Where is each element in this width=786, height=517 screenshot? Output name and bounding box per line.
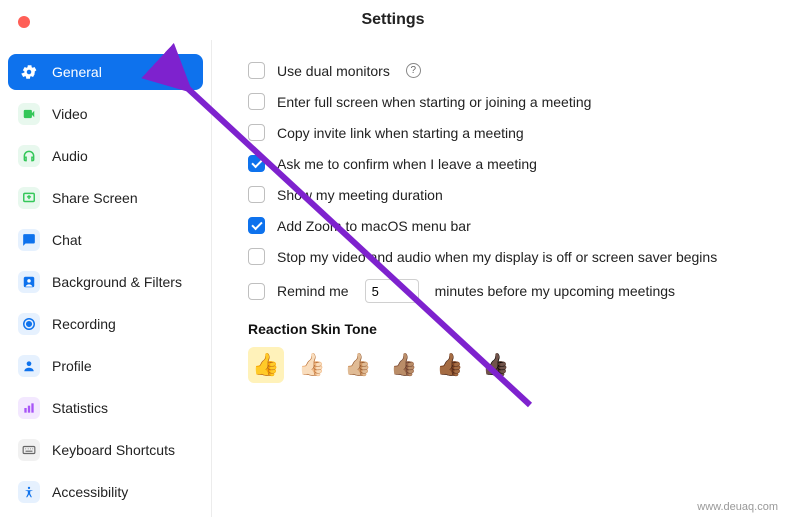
option-label: Add Zoom to macOS menu bar <box>277 218 471 234</box>
accessibility-icon <box>18 481 40 503</box>
skin-tone-option[interactable]: 👍🏼 <box>340 347 376 383</box>
skin-tone-option[interactable]: 👍🏽 <box>386 347 422 383</box>
watermark: www.deuaq.com <box>697 501 778 513</box>
chat-icon <box>18 229 40 251</box>
headphones-icon <box>18 145 40 167</box>
sidebar-item-general[interactable]: General <box>8 54 203 90</box>
option-label: Show my meeting duration <box>277 187 443 203</box>
sidebar-item-share-screen[interactable]: Share Screen <box>8 180 203 216</box>
sidebar-item-label: Accessibility <box>52 484 128 500</box>
help-icon[interactable]: ? <box>406 63 421 78</box>
sidebar-item-profile[interactable]: Profile <box>8 348 203 384</box>
option-label: Enter full screen when starting or joini… <box>277 94 591 110</box>
option-show-duration[interactable]: Show my meeting duration <box>248 186 756 203</box>
sidebar-item-label: Keyboard Shortcuts <box>52 442 175 458</box>
reaction-skin-tone-title: Reaction Skin Tone <box>248 321 756 337</box>
option-remind[interactable]: Remind me minutes before my upcoming mee… <box>248 279 756 303</box>
checkbox[interactable] <box>248 283 265 300</box>
option-copy-invite[interactable]: Copy invite link when starting a meeting <box>248 124 756 141</box>
sidebar-item-label: Profile <box>52 358 92 374</box>
video-icon <box>18 103 40 125</box>
checkbox[interactable] <box>248 217 265 234</box>
option-label: Use dual monitors <box>277 63 390 79</box>
checkbox[interactable] <box>248 62 265 79</box>
option-label: Copy invite link when starting a meeting <box>277 125 524 141</box>
sidebar-item-keyboard-shortcuts[interactable]: Keyboard Shortcuts <box>8 432 203 468</box>
checkbox[interactable] <box>248 186 265 203</box>
statistics-icon <box>18 397 40 419</box>
background-filters-icon <box>18 271 40 293</box>
sidebar-item-accessibility[interactable]: Accessibility <box>8 474 203 510</box>
option-label: Stop my video and audio when my display … <box>277 249 717 265</box>
option-fullscreen[interactable]: Enter full screen when starting or joini… <box>248 93 756 110</box>
sidebar-item-label: Audio <box>52 148 88 164</box>
option-dual-monitors[interactable]: Use dual monitors ? <box>248 62 756 79</box>
option-label: Ask me to confirm when I leave a meeting <box>277 156 537 172</box>
skin-tone-option[interactable]: 👍 <box>248 347 284 383</box>
skin-tone-option[interactable]: 👍🏾 <box>432 347 468 383</box>
sidebar-item-statistics[interactable]: Statistics <box>8 390 203 426</box>
skin-tone-option[interactable]: 👍🏿 <box>478 347 514 383</box>
sidebar-item-label: Statistics <box>52 400 108 416</box>
option-stop-av[interactable]: Stop my video and audio when my display … <box>248 248 756 265</box>
gear-icon <box>18 61 40 83</box>
checkbox[interactable] <box>248 248 265 265</box>
profile-icon <box>18 355 40 377</box>
titlebar: Settings <box>0 0 786 40</box>
sidebar-item-video[interactable]: Video <box>8 96 203 132</box>
sidebar-item-recording[interactable]: Recording <box>8 306 203 342</box>
sidebar: General Video Audio Share Screen Chat <box>0 40 212 517</box>
sidebar-item-chat[interactable]: Chat <box>8 222 203 258</box>
option-label-post: minutes before my upcoming meetings <box>435 283 675 299</box>
sidebar-item-label: Video <box>52 106 88 122</box>
window-title: Settings <box>0 11 786 29</box>
sidebar-item-label: General <box>52 64 102 80</box>
sidebar-item-label: Share Screen <box>52 190 138 206</box>
option-label-pre: Remind me <box>277 283 349 299</box>
checkbox[interactable] <box>248 93 265 110</box>
skin-tone-option[interactable]: 👍🏻 <box>294 347 330 383</box>
remind-minutes-input[interactable] <box>365 279 419 303</box>
option-menu-bar[interactable]: Add Zoom to macOS menu bar <box>248 217 756 234</box>
sidebar-item-background-filters[interactable]: Background & Filters <box>8 264 203 300</box>
checkbox[interactable] <box>248 155 265 172</box>
close-window-icon[interactable] <box>18 16 30 28</box>
settings-general-panel: Use dual monitors ? Enter full screen wh… <box>212 40 786 517</box>
share-screen-icon <box>18 187 40 209</box>
keyboard-icon <box>18 439 40 461</box>
checkbox[interactable] <box>248 124 265 141</box>
sidebar-item-audio[interactable]: Audio <box>8 138 203 174</box>
recording-icon <box>18 313 40 335</box>
sidebar-item-label: Chat <box>52 232 82 248</box>
sidebar-item-label: Recording <box>52 316 116 332</box>
skin-tone-row: 👍 👍🏻 👍🏼 👍🏽 👍🏾 👍🏿 <box>248 347 756 383</box>
sidebar-item-label: Background & Filters <box>52 274 182 290</box>
option-confirm-leave[interactable]: Ask me to confirm when I leave a meeting <box>248 155 756 172</box>
